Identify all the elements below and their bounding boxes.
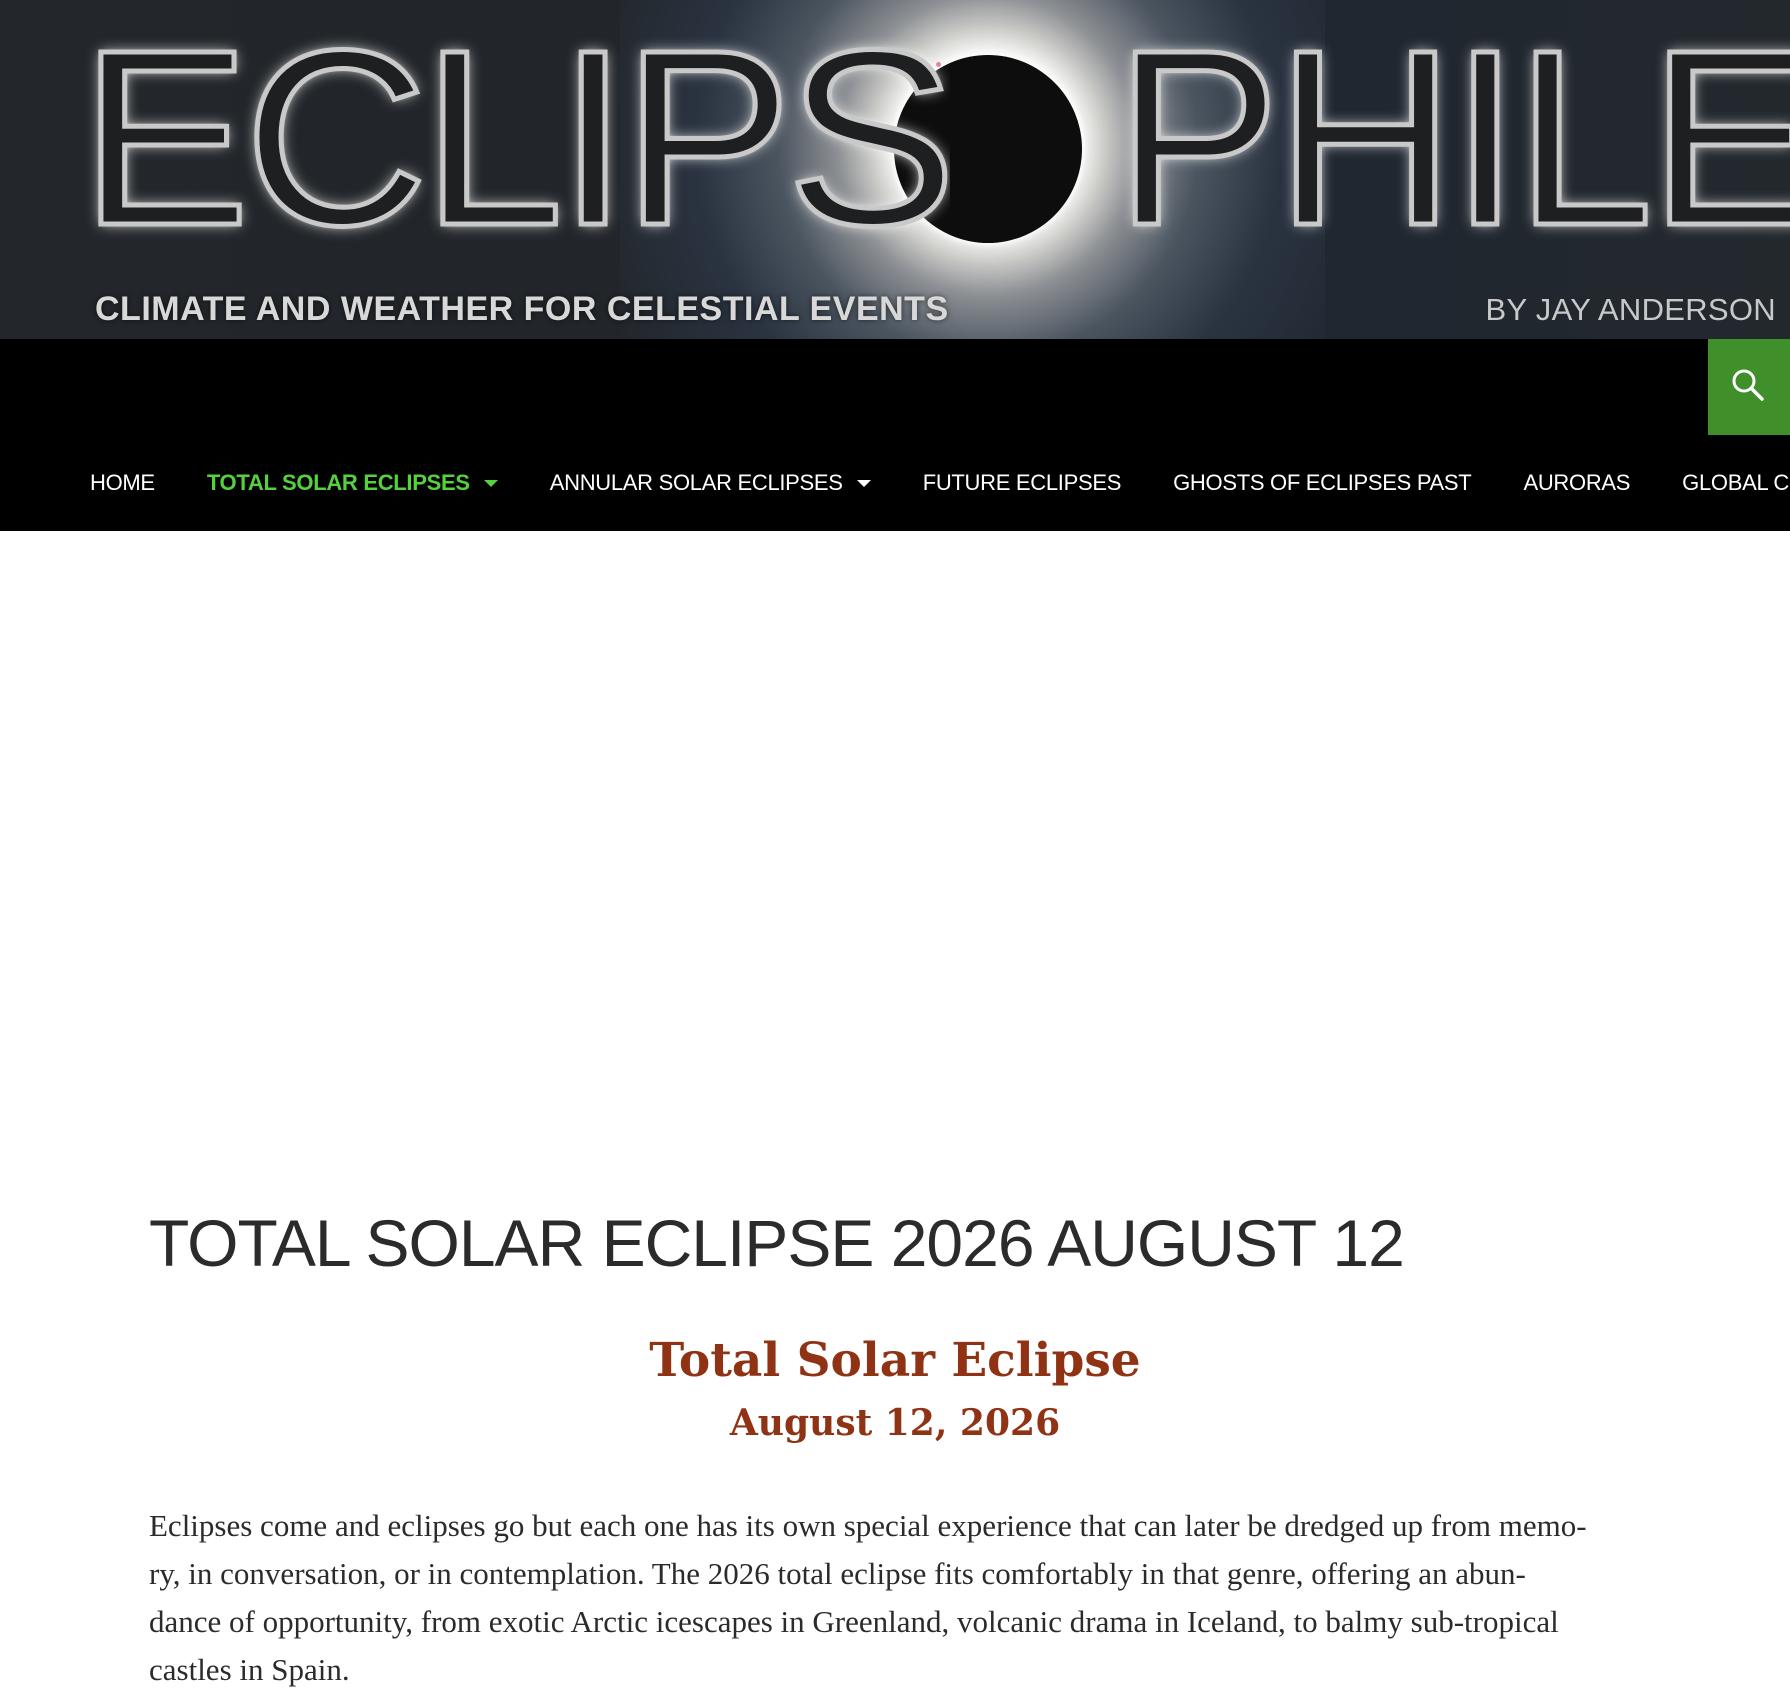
intro-line: castles in Spain.	[149, 1652, 350, 1687]
nav-item-label: Annular Solar Eclipses	[549, 470, 843, 495]
chevron-down-icon[interactable]	[483, 479, 498, 487]
search-button[interactable]	[1708, 339, 1790, 435]
nav-item-label: Global Cloud	[1682, 470, 1790, 495]
nav-item-label: Future Eclipses	[922, 470, 1122, 495]
nav-item-future-eclipses[interactable]: Future Eclipses	[922, 470, 1122, 496]
intro-line: ry, in conversation, or in contemplation…	[149, 1556, 1526, 1591]
nav-item-global-cloud[interactable]: Global Cloud	[1682, 470, 1790, 496]
nav-item-label: Ghosts of Eclipses Past	[1173, 470, 1472, 495]
nav-item-ghosts-of-eclipses-past[interactable]: Ghosts of Eclipses Past	[1173, 470, 1472, 496]
nav-item-home[interactable]: Home	[90, 470, 155, 496]
nav-item-total-solar-eclipses[interactable]: Total Solar Eclipses	[207, 470, 498, 496]
site-byline: BY JAY ANDERSON	[1485, 292, 1776, 327]
nav-menu: Home Total Solar Eclipses Annular Solar …	[0, 435, 1790, 531]
intro-paragraph: Eclipses come and eclipses go but each o…	[149, 1502, 1649, 1694]
intro-line: dance of opportunity, from exotic Arctic…	[149, 1604, 1559, 1639]
nav-item-annular-solar-eclipses[interactable]: Annular Solar Eclipses	[550, 470, 871, 496]
site-tagline: CLIMATE AND WEATHER FOR CELESTIAL EVENTS	[95, 290, 949, 328]
nav-item-label: Home	[90, 470, 155, 495]
eclipse-date: August 12, 2026	[729, 1402, 1061, 1444]
eclipse-heading: Total Solar Eclipse	[649, 1333, 1141, 1388]
site-logo-text-right[interactable]: PHILE	[1115, 8, 1790, 268]
site-logo-text-left[interactable]: ECLIPS	[80, 8, 950, 268]
nav-item-label: Total Solar Eclipses	[206, 470, 470, 495]
intro-line: Eclipses come and eclipses go but each o…	[149, 1508, 1587, 1543]
page-title: TOTAL SOLAR ECLIPSE 2026 AUGUST 12	[149, 1206, 1405, 1280]
chevron-down-icon[interactable]	[856, 479, 871, 487]
nav-item-label: Auroras	[1523, 470, 1631, 495]
site-banner[interactable]: ECLIPS PHILE CLIMATE AND WEATHER FOR CEL…	[0, 0, 1790, 339]
nav-item-auroras[interactable]: Auroras	[1523, 470, 1630, 496]
search-icon	[1732, 369, 1764, 401]
primary-navigation: Home Total Solar Eclipses Annular Solar …	[0, 339, 1790, 531]
